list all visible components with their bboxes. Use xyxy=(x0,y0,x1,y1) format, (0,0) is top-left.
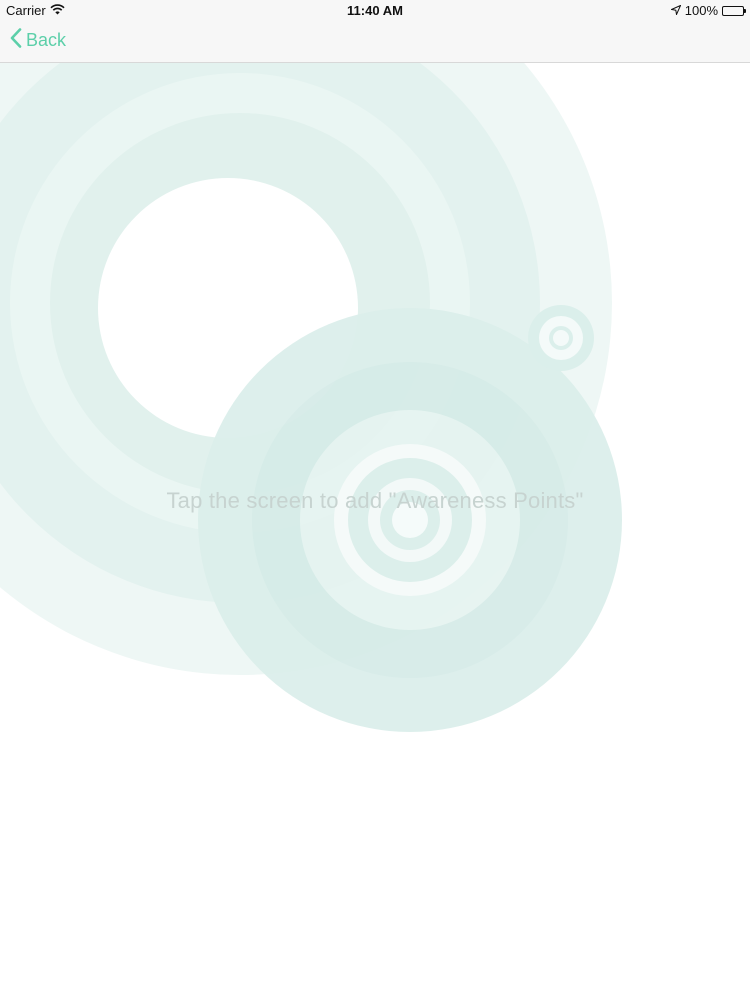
status-time: 11:40 AM xyxy=(347,3,403,18)
navigation-bar: Back xyxy=(0,20,750,63)
status-bar: Carrier 11:40 AM 100% xyxy=(0,0,750,20)
back-label: Back xyxy=(26,30,67,50)
chevron-left-icon xyxy=(10,28,22,53)
battery-icon xyxy=(722,5,746,16)
location-arrow-icon xyxy=(669,3,682,18)
instruction-text: Tap the screen to add "Awareness Points" xyxy=(166,488,584,513)
battery-percent: 100% xyxy=(684,3,718,18)
back-button[interactable]: Back xyxy=(10,28,66,53)
ripple-center xyxy=(198,308,622,732)
ripple-layer xyxy=(0,63,622,732)
ripple-small xyxy=(528,305,594,371)
tap-canvas[interactable]: Tap the screen to add "Awareness Points" xyxy=(0,63,750,1000)
status-right-group: 100% xyxy=(669,3,746,18)
